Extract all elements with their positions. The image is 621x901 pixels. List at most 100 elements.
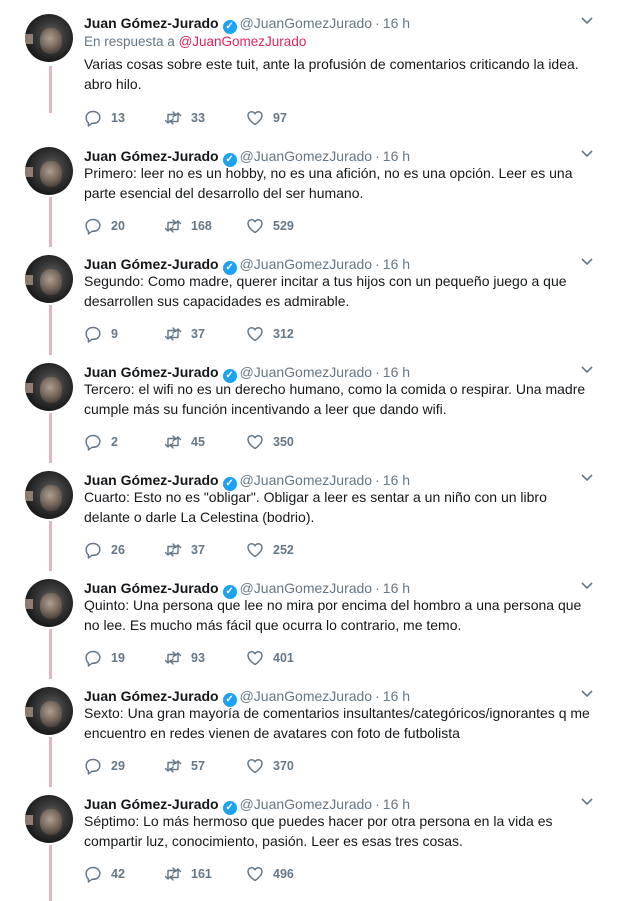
author-handle[interactable]: @JuanGomezJurado (240, 688, 373, 704)
like-button[interactable]: 401 (246, 648, 294, 668)
reply-button[interactable]: 19 (84, 648, 125, 668)
tweet-time[interactable]: 16 h (383, 15, 410, 31)
tweet-time[interactable]: 16 h (383, 580, 410, 596)
heart-icon (247, 866, 263, 882)
like-count: 312 (273, 327, 294, 341)
reply-count: 9 (111, 327, 118, 341)
author-handle[interactable]: @JuanGomezJurado (240, 580, 373, 596)
author-handle[interactable]: @JuanGomezJurado (240, 15, 373, 31)
retweet-button[interactable]: 93 (164, 648, 205, 668)
reply-button[interactable]: 2 (84, 432, 118, 452)
avatar[interactable] (25, 579, 73, 627)
retweet-button[interactable]: 161 (164, 864, 212, 884)
separator-dot: · (375, 796, 380, 812)
retweet-icon (164, 759, 182, 773)
tweet[interactable]: Juan Gómez-Jurado ✓ @JuanGomezJurado · 16 h … (0, 679, 621, 787)
author-name[interactable]: Juan Gómez-Jurado (84, 796, 219, 812)
chevron-down-icon[interactable] (580, 473, 594, 483)
verified-badge-icon: ✓ (222, 20, 237, 34)
avatar[interactable] (25, 687, 73, 735)
reply-button[interactable]: 29 (84, 756, 125, 776)
author-handle[interactable]: @JuanGomezJurado (240, 148, 373, 164)
tweet-text: Varias cosas sobre este tuit, ante la pr… (84, 56, 579, 92)
chevron-down-icon[interactable] (580, 149, 594, 159)
author-name[interactable]: Juan Gómez-Jurado (84, 688, 219, 704)
tweet-time[interactable]: 16 h (383, 256, 410, 272)
retweet-count: 57 (191, 759, 205, 773)
retweet-button[interactable]: 37 (164, 324, 205, 344)
avatar[interactable] (25, 255, 73, 303)
retweet-button[interactable]: 168 (164, 216, 212, 236)
chevron-down-icon[interactable] (580, 581, 594, 591)
chevron-down-icon[interactable] (580, 257, 594, 267)
tweet-time[interactable]: 16 h (383, 472, 410, 488)
tweet[interactable]: Juan Gómez-Jurado ✓ @JuanGomezJurado · 16 h … (0, 355, 621, 463)
separator-dot: · (375, 15, 380, 31)
tweet-time[interactable]: 16 h (383, 148, 410, 164)
author-handle[interactable]: @JuanGomezJurado (240, 472, 373, 488)
retweet-icon (164, 543, 182, 557)
chevron-down-icon[interactable] (580, 797, 594, 807)
reply-button[interactable]: 42 (84, 864, 125, 884)
reply-count: 13 (111, 111, 125, 125)
author-name[interactable]: Juan Gómez-Jurado (84, 15, 219, 31)
reply-button[interactable]: 13 (84, 108, 125, 128)
like-button[interactable]: 529 (246, 216, 294, 236)
like-button[interactable]: 496 (246, 864, 294, 884)
reply-button[interactable]: 20 (84, 216, 125, 236)
avatar[interactable] (25, 363, 73, 411)
avatar[interactable] (25, 795, 73, 843)
like-count: 97 (273, 111, 287, 125)
retweet-icon (164, 651, 182, 665)
avatar[interactable] (25, 147, 73, 195)
chevron-down-icon[interactable] (580, 365, 594, 375)
reply-icon (85, 218, 101, 235)
reply-mention-link[interactable]: @JuanGomezJurado (179, 34, 307, 49)
heart-icon (247, 434, 263, 450)
tweet[interactable]: Juan Gómez-Jurado ✓ @JuanGomezJurado · 16 h … (0, 463, 621, 571)
heart-icon (247, 758, 263, 774)
tweet[interactable]: Juan Gómez-Jurado ✓ @JuanGomezJurado · 16 h … (0, 571, 621, 679)
retweet-button[interactable]: 45 (164, 432, 205, 452)
retweet-button[interactable]: 37 (164, 540, 205, 560)
author-name[interactable]: Juan Gómez-Jurado (84, 148, 219, 164)
author-handle[interactable]: @JuanGomezJurado (240, 796, 373, 812)
tweet[interactable]: Juan Gómez-Jurado ✓ @JuanGomezJurado · 16 h … (0, 247, 621, 355)
author-handle[interactable]: @JuanGomezJurado (240, 256, 373, 272)
retweet-icon (164, 327, 182, 341)
retweet-icon (164, 867, 182, 881)
chevron-down-icon[interactable] (580, 16, 594, 26)
separator-dot: · (375, 688, 380, 704)
like-button[interactable]: 350 (246, 432, 294, 452)
author-handle[interactable]: @JuanGomezJurado (240, 364, 373, 380)
reply-button[interactable]: 9 (84, 324, 118, 344)
tweet-text: Sexto: Una gran mayoría de comentarios i… (84, 705, 590, 741)
retweet-button[interactable]: 57 (164, 756, 205, 776)
author-name[interactable]: Juan Gómez-Jurado (84, 580, 219, 596)
author-name[interactable]: Juan Gómez-Jurado (84, 472, 219, 488)
reply-prefix: En respuesta a (84, 34, 179, 49)
tweet-text: Quinto: Una persona que lee no mira por … (84, 597, 582, 633)
tweet-time[interactable]: 16 h (383, 364, 410, 380)
heart-icon (247, 218, 263, 234)
like-button[interactable]: 312 (246, 324, 294, 344)
tweet-time[interactable]: 16 h (383, 796, 410, 812)
avatar[interactable] (25, 471, 73, 519)
tweet[interactable]: Juan Gómez-Jurado ✓ @JuanGomezJurado · 16 h … (0, 139, 621, 247)
reply-button[interactable]: 26 (84, 540, 125, 560)
tweet[interactable]: Juan Gómez-Jurado ✓ @JuanGomezJurado · 16 h … (0, 787, 621, 895)
author-name[interactable]: Juan Gómez-Jurado (84, 256, 219, 272)
tweet[interactable]: Juan Gómez-Jurado ✓ @JuanGomezJurado · 16 h … (0, 6, 621, 127)
reply-icon (85, 434, 101, 451)
author-name[interactable]: Juan Gómez-Jurado (84, 364, 219, 380)
like-button[interactable]: 97 (246, 108, 287, 128)
heart-icon (247, 650, 263, 666)
like-button[interactable]: 252 (246, 540, 294, 560)
avatar[interactable] (25, 14, 73, 62)
tweet-time[interactable]: 16 h (383, 688, 410, 704)
retweet-button[interactable]: 33 (164, 108, 205, 128)
like-button[interactable]: 370 (246, 756, 294, 776)
reply-icon (85, 758, 101, 775)
chevron-down-icon[interactable] (580, 689, 594, 699)
tweet-text: Séptimo: Lo más hermoso que puedes hacer… (84, 813, 553, 849)
